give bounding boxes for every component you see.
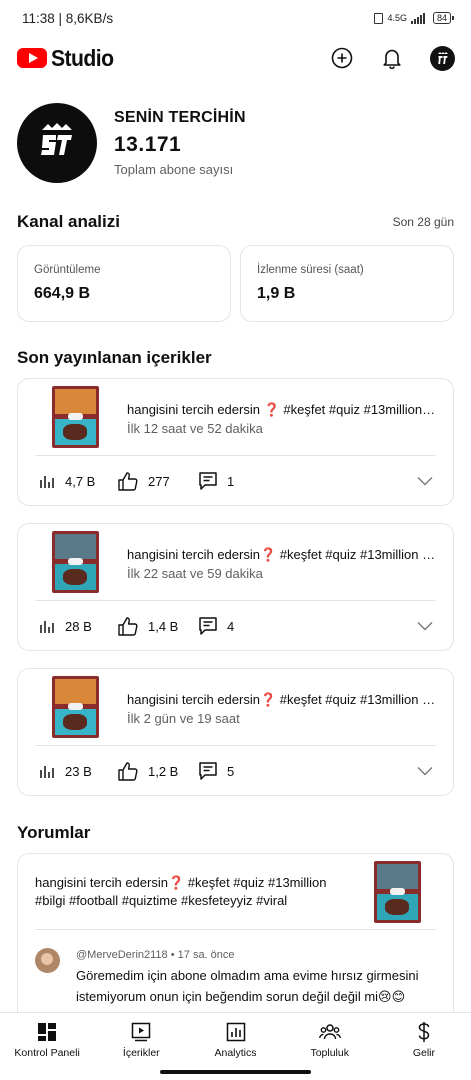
video-card[interactable]: hangisini tercih edersin❓ #keşfet #quiz …	[17, 668, 454, 796]
comment-video-thumbnail	[374, 861, 421, 923]
nav-dashboard[interactable]: Kontrol Paneli	[0, 1013, 94, 1080]
video-thumbnail	[52, 676, 99, 738]
divider	[35, 600, 436, 601]
analytics-title: Kanal analizi	[17, 212, 120, 231]
chevron-down-icon[interactable]	[417, 621, 433, 631]
comment-time: 17 sa. önce	[177, 949, 235, 961]
analytics-icon	[226, 1021, 246, 1043]
account-avatar[interactable]	[430, 45, 455, 71]
comment-icon	[199, 761, 217, 780]
nav-label: Kontrol Paneli	[14, 1047, 80, 1059]
divider	[35, 455, 436, 456]
comments-title: Yorumlar	[17, 823, 91, 842]
analytics-period[interactable]: Son 28 gün	[393, 215, 454, 229]
views-card[interactable]: Görüntüleme 664,9 B	[17, 245, 231, 322]
status-bar: 11:38 | 8,6KB/s 4.5G 84	[0, 0, 471, 36]
bar-chart-icon	[40, 476, 54, 488]
watch-time-label: İzlenme süresi (saat)	[257, 264, 364, 276]
commenter-avatar[interactable]	[35, 948, 60, 973]
comments-count: 5	[227, 763, 235, 779]
comment-card[interactable]: hangisini tercih edersin❓ #keşfet #quiz …	[17, 853, 454, 1033]
channel-name: SENİN TERCİHİN	[114, 109, 246, 126]
video-stats: 23 B 1,2 B 5	[39, 760, 433, 782]
nav-earn[interactable]: Gelir	[377, 1013, 471, 1080]
comment-video-title: hangisini tercih edersin❓ #keşfet #quiz …	[35, 875, 327, 908]
comments-count: 1	[227, 473, 235, 489]
app-bar: Studio	[0, 38, 471, 78]
comments-stat: 5	[199, 761, 279, 781]
likes-stat: 1,4 B	[118, 616, 199, 636]
comment-meta: @MerveDerin2118 • 17 sa. önce	[76, 949, 235, 961]
thumbs-up-icon	[118, 761, 138, 781]
logo-text: Studio	[51, 44, 114, 71]
likes-stat: 1,2 B	[118, 761, 199, 781]
studio-logo[interactable]: Studio	[17, 45, 119, 72]
signal-icon	[410, 12, 425, 24]
views-stat: 23 B	[39, 763, 118, 779]
views-value: 664,9 B	[34, 285, 91, 302]
likes-count: 1,2 B	[148, 763, 179, 779]
recent-content-title: Son yayınlanan içerikler	[17, 348, 212, 367]
comments-stat: 4	[199, 616, 279, 636]
divider	[35, 929, 436, 930]
video-stats: 28 B 1,4 B 4	[39, 615, 433, 637]
comment-icon	[199, 616, 217, 635]
comment-author[interactable]: @MerveDerin2118	[76, 949, 168, 961]
dollar-icon	[417, 1021, 431, 1043]
nav-label: Topluluk	[310, 1047, 349, 1059]
video-title: hangisini tercih edersin❓ #keşfet #quiz …	[127, 547, 437, 562]
bar-chart-icon	[40, 766, 54, 778]
video-time: İlk 2 gün ve 19 saat	[127, 711, 240, 726]
video-card[interactable]: hangisini tercih edersin❓ #keşfet #quiz …	[17, 523, 454, 651]
nav-label: İçerikler	[122, 1047, 160, 1059]
channel-header: SENİN TERCİHİN 13.171 Toplam abone sayıs…	[17, 103, 246, 183]
nav-label: Analytics	[214, 1047, 257, 1059]
subscriber-label: Toplam abone sayısı	[114, 162, 234, 177]
nav-label: Gelir	[412, 1047, 435, 1059]
channel-avatar[interactable]	[17, 103, 97, 183]
status-indicators: 4.5G 84	[374, 12, 455, 24]
views-stat: 28 B	[39, 618, 118, 634]
comment-text: Göremedim için abone olmadım ama evime h…	[76, 968, 419, 1004]
bar-chart-icon	[40, 621, 54, 633]
community-icon	[318, 1021, 341, 1043]
battery-icon: 84	[432, 12, 455, 24]
views-count: 23 B	[65, 763, 92, 779]
network-label: 4.5G	[387, 13, 407, 23]
home-indicator[interactable]	[160, 1070, 311, 1074]
sim-icon	[374, 12, 384, 24]
divider	[35, 745, 436, 746]
video-time: İlk 12 saat ve 52 dakika	[127, 421, 263, 436]
likes-count: 1,4 B	[148, 618, 179, 634]
comments-count: 4	[227, 618, 235, 634]
video-card[interactable]: hangisini tercih edersin ❓ #keşfet #quiz…	[17, 378, 454, 506]
thumbs-up-icon	[118, 616, 138, 636]
chevron-down-icon[interactable]	[417, 766, 433, 776]
status-time: 11:38 | 8,6KB/s	[22, 10, 114, 26]
likes-stat: 277	[118, 471, 199, 491]
views-stat: 4,7 B	[39, 473, 118, 489]
thumbs-up-icon	[118, 471, 138, 491]
chevron-down-icon[interactable]	[417, 476, 433, 486]
content-icon	[131, 1021, 151, 1043]
subscriber-count: 13.171	[114, 133, 182, 156]
create-icon[interactable]	[330, 46, 354, 70]
video-title: hangisini tercih edersin ❓ #keşfet #quiz…	[127, 402, 437, 417]
video-time: İlk 22 saat ve 59 dakika	[127, 566, 263, 581]
comments-stat: 1	[199, 471, 279, 491]
views-count: 4,7 B	[65, 473, 96, 489]
watch-time-value: 1,9 B	[257, 285, 296, 302]
views-count: 28 B	[65, 618, 92, 634]
video-thumbnail	[52, 531, 99, 593]
likes-count: 277	[148, 473, 170, 489]
video-stats: 4,7 B 277 1	[39, 470, 433, 492]
video-title: hangisini tercih edersin❓ #keşfet #quiz …	[127, 692, 437, 707]
video-thumbnail	[52, 386, 99, 448]
youtube-play-icon	[17, 48, 47, 68]
views-label: Görüntüleme	[34, 264, 101, 276]
notifications-bell-icon[interactable]	[380, 46, 404, 70]
watch-time-card[interactable]: İzlenme süresi (saat) 1,9 B	[240, 245, 454, 322]
comment-icon	[199, 471, 217, 490]
dashboard-icon	[37, 1021, 57, 1043]
